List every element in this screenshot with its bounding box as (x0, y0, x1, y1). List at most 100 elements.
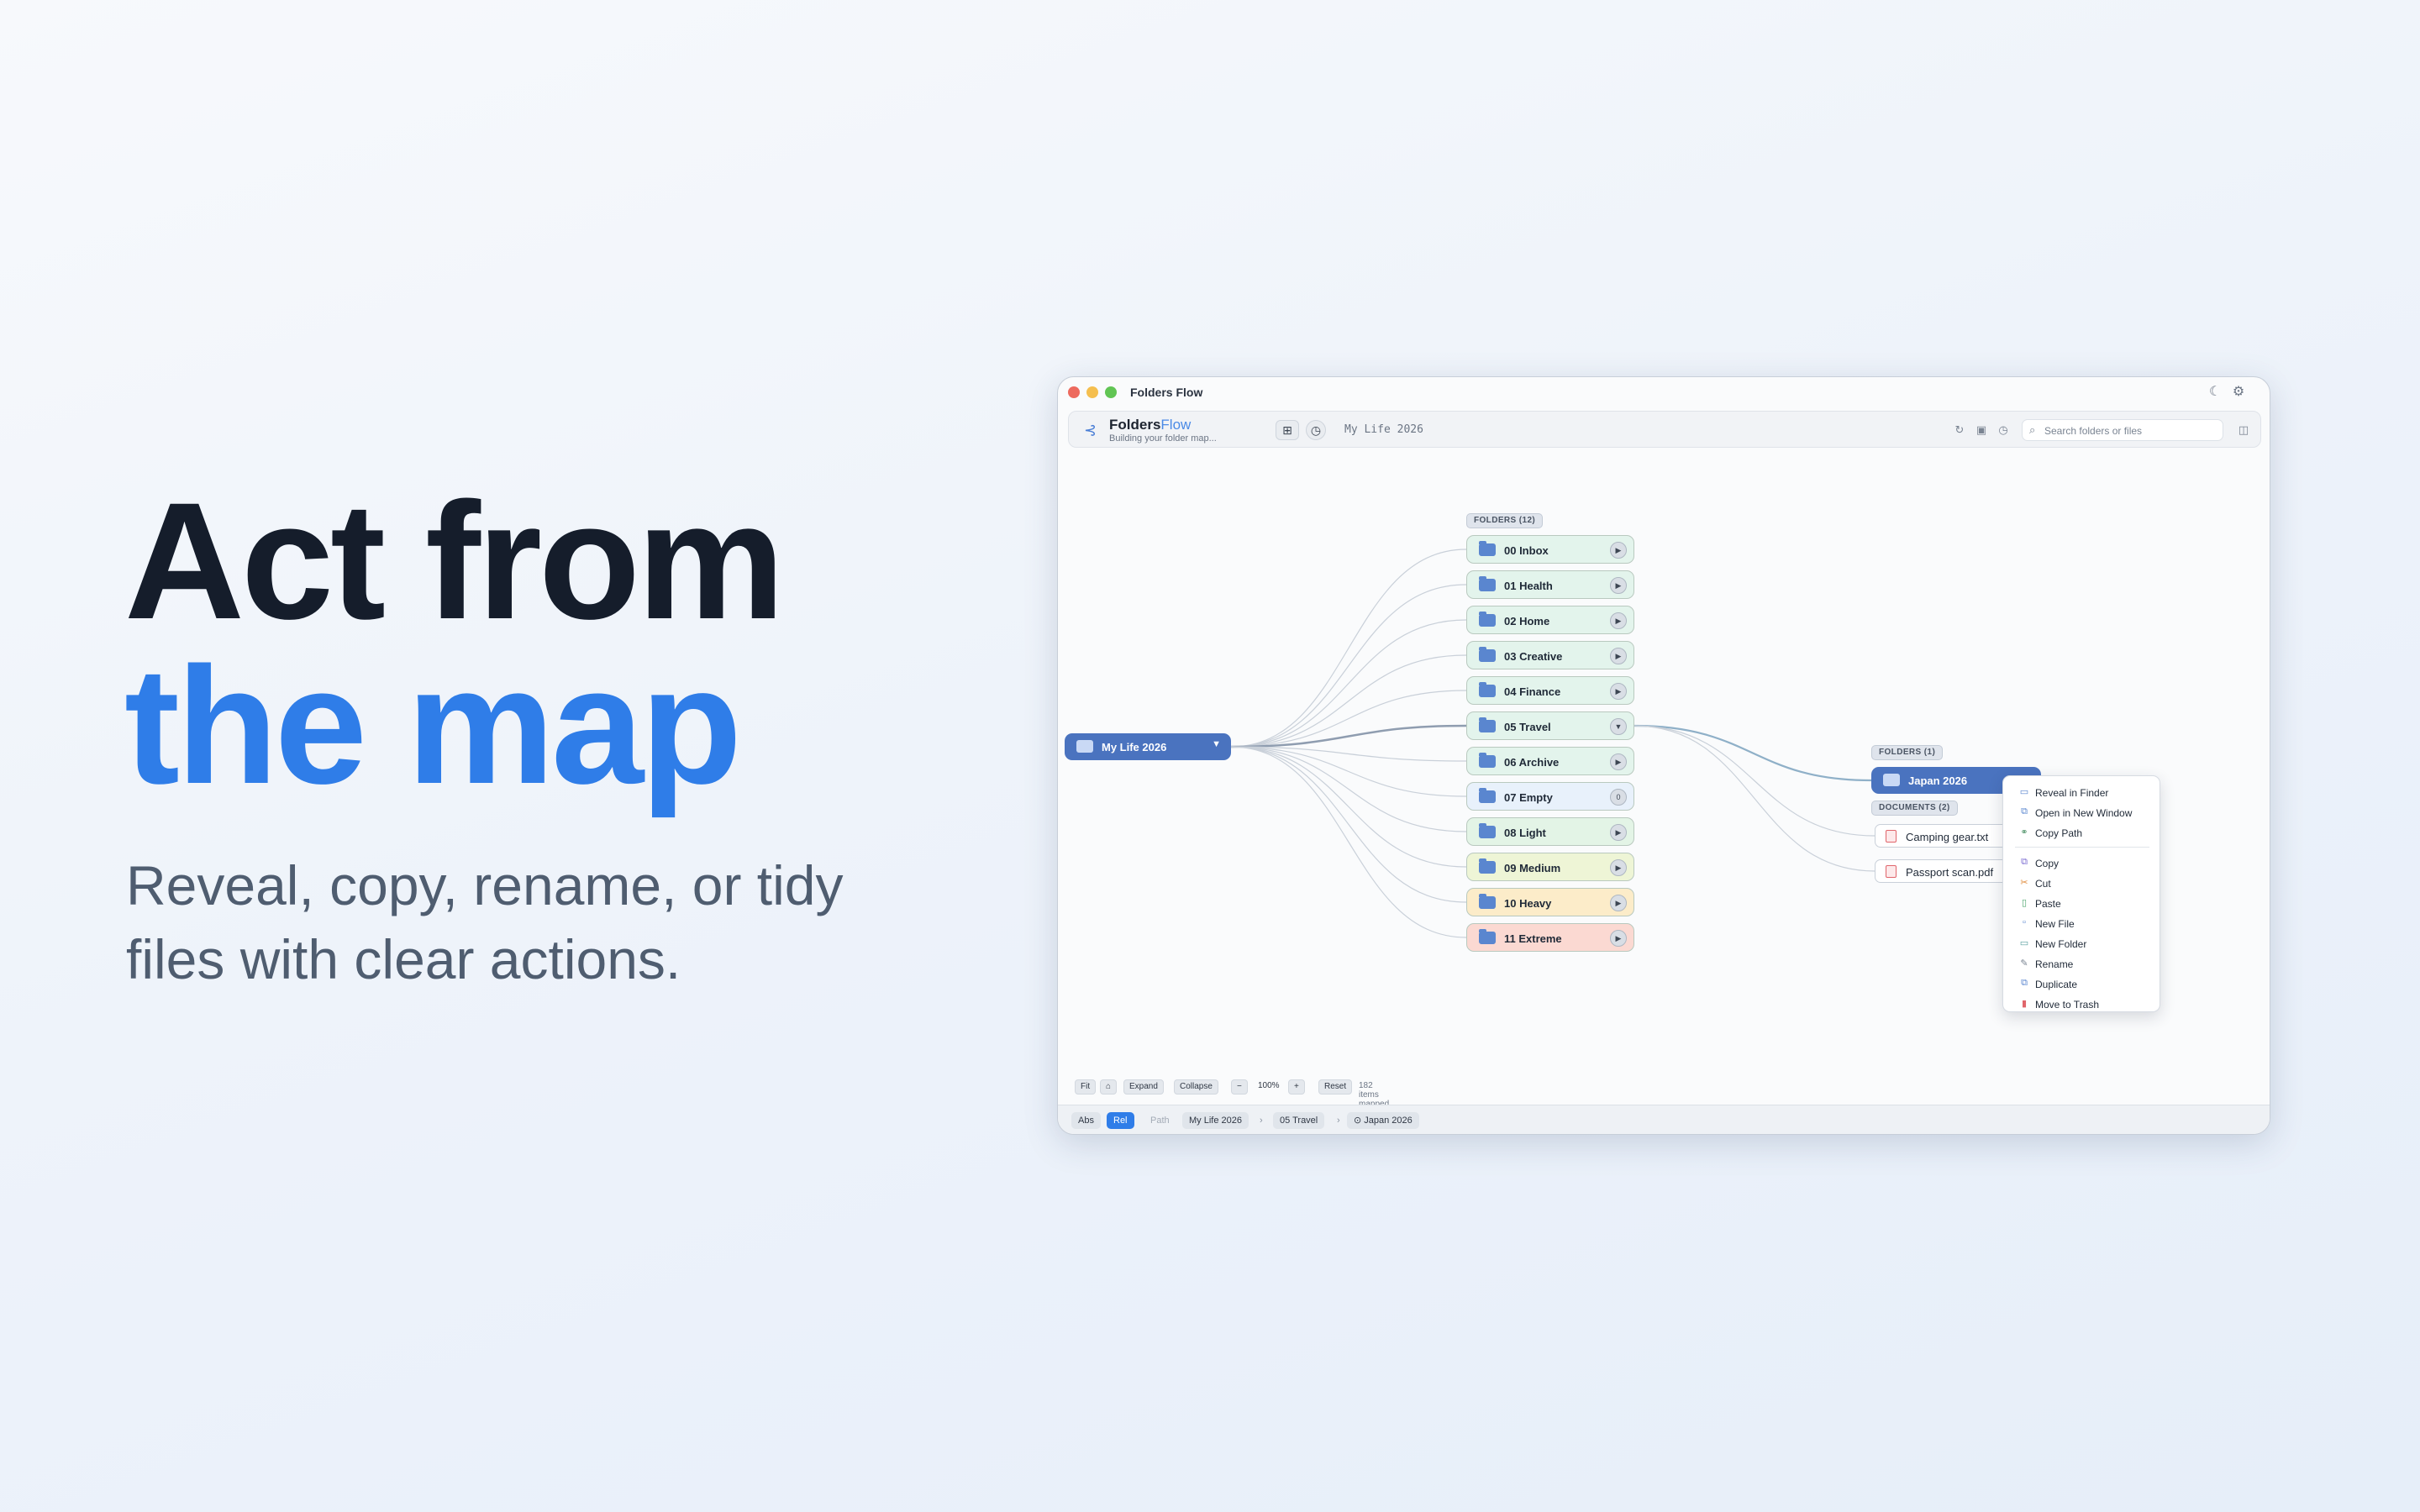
document-node[interactable]: Passport scan.pdf (1875, 859, 2011, 883)
hero-title: Act from the map (124, 478, 785, 809)
folder-node[interactable]: 02 Home ▶ (1466, 606, 1634, 634)
document-icon (1886, 830, 1897, 843)
folder-node[interactable]: 10 Heavy ▶ (1466, 888, 1634, 916)
connection-line (1230, 746, 1467, 868)
expand-arrow-icon[interactable]: ▼ (1610, 718, 1627, 735)
folder-node[interactable]: 08 Light ▶ (1466, 817, 1634, 846)
connection-line (1230, 549, 1467, 748)
choose-folder-button[interactable]: ⊞ (1276, 420, 1299, 440)
breadcrumb-folder[interactable]: 05 Travel (1273, 1112, 1325, 1129)
expand-arrow-icon[interactable]: ▶ (1610, 753, 1627, 770)
map-canvas[interactable]: My Life 2026 ▼ FOLDERS (12) 00 Inbox ▶ 01 … (1058, 454, 2270, 1066)
folder-label: 08 Light (1504, 827, 1546, 839)
connection-line (1634, 725, 1876, 872)
chevron-down-icon[interactable]: ▼ (1212, 739, 1221, 749)
home-icon: ⌂ (1106, 1082, 1112, 1091)
expand-arrow-icon[interactable]: ▶ (1610, 612, 1627, 629)
minimize-window-button[interactable] (1086, 386, 1098, 398)
folder-node[interactable]: 01 Health ▶ (1466, 570, 1634, 599)
expand-arrow-icon[interactable]: ▶ (1610, 824, 1627, 841)
reset-button[interactable]: Reset (1318, 1079, 1353, 1095)
connection-line (1230, 619, 1467, 748)
moon-icon[interactable]: ☾ (2207, 385, 2223, 400)
folder-icon (1479, 929, 1496, 944)
menu-item[interactable]: ⧉ Open in New Window (2003, 803, 2160, 822)
folder-node[interactable]: 06 Archive ▶ (1466, 747, 1634, 775)
connection-line (1230, 746, 1467, 938)
folder-label: 01 Health (1504, 580, 1553, 592)
close-window-button[interactable] (1068, 386, 1080, 398)
expand-arrow-icon[interactable]: ▶ (1610, 577, 1627, 594)
folder-label: 07 Empty (1504, 791, 1553, 804)
menu-item[interactable]: ✂ Cut (2003, 874, 2160, 892)
menu-item[interactable]: ⧉ Duplicate (2003, 974, 2160, 993)
folder-node[interactable]: 11 Extreme ▶ (1466, 923, 1634, 952)
expand-arrow-icon[interactable]: ▶ (1610, 542, 1627, 559)
window-icon: ⧉ (2021, 806, 2028, 816)
folder-label: 05 Travel (1504, 721, 1551, 733)
folder-icon (1076, 740, 1093, 753)
zoom-in-button[interactable]: + (1288, 1079, 1305, 1095)
search-placeholder: Search folders or files (2044, 425, 2143, 437)
expand-arrow-icon[interactable]: ▶ (1610, 859, 1627, 876)
expand-button[interactable]: Expand (1123, 1079, 1164, 1095)
menu-item-label: New File (2035, 918, 2075, 930)
expand-arrow-icon[interactable]: 0 (1610, 789, 1627, 806)
folder-label: 04 Finance (1504, 685, 1561, 698)
menu-item[interactable]: ▮ Move to Trash (2003, 995, 2160, 1013)
folder-node[interactable]: 00 Inbox ▶ (1466, 535, 1634, 564)
folder-node[interactable]: 03 Creative ▶ (1466, 641, 1634, 669)
window-title: Folders Flow (1130, 386, 1203, 399)
root-node[interactable]: My Life 2026 ▼ (1065, 733, 1231, 760)
menu-item[interactable]: ▭ New Folder (2003, 934, 2160, 953)
expand-arrow-icon[interactable]: ▶ (1610, 683, 1627, 700)
sidebar-toggle-icon[interactable]: ◫ (2235, 422, 2252, 438)
expand-arrow-icon[interactable]: ▶ (1610, 930, 1627, 947)
duplicate-icon: ⧉ (2021, 978, 2028, 988)
folder-node[interactable]: 05 Travel ▼ (1466, 711, 1634, 740)
copy-icon: ⧉ (2021, 857, 2028, 867)
breadcrumb-separator: › (1260, 1116, 1263, 1126)
collapse-button[interactable]: Collapse (1174, 1079, 1218, 1095)
documents-chip: DOCUMENTS (2) (1871, 801, 1958, 816)
gear-icon[interactable]: ⚙ (2231, 385, 2246, 400)
context-menu: ▭ Reveal in Finder ⧉ Open in New Window ⚭ Cop… (2002, 775, 2160, 1012)
archive-icon[interactable]: ▣ (1973, 422, 1990, 438)
folder-icon (1479, 858, 1496, 874)
menu-item[interactable]: ▭ Reveal in Finder (2003, 783, 2160, 801)
pdf-icon (1886, 865, 1897, 878)
menu-item[interactable]: ✎ Rename (2003, 954, 2160, 973)
connection-line (1230, 584, 1467, 748)
expand-arrow-icon[interactable]: ▶ (1610, 895, 1627, 911)
app-name-part-1: Folders (1109, 417, 1161, 433)
app-window: Folders Flow ☾ ⚙ ⊰ FoldersFlow Building … (1057, 376, 2270, 1135)
breadcrumb-current[interactable]: ⊙ Japan 2026 (1347, 1112, 1419, 1129)
expand-arrow-icon[interactable]: ▶ (1610, 648, 1627, 664)
zoom-window-button[interactable] (1105, 386, 1117, 398)
fit-button[interactable]: Fit (1075, 1079, 1097, 1095)
folder-node[interactable]: 07 Empty 0 (1466, 782, 1634, 811)
clock-icon[interactable]: ◷ (1995, 422, 2012, 438)
rel-toggle[interactable]: Rel (1107, 1112, 1134, 1129)
search-input[interactable]: ⌕ Search folders or files (2022, 419, 2223, 441)
breadcrumb-current-label: Japan 2026 (1364, 1116, 1413, 1126)
status-bar: Abs Rel Path My Life 2026 › 05 Travel › … (1058, 1105, 2270, 1134)
menu-item-label: Reveal in Finder (2035, 787, 2109, 799)
trash-icon: ▮ (2021, 999, 2028, 1009)
menu-item[interactable]: ⧉ Copy (2003, 853, 2160, 872)
zoom-out-button[interactable]: − (1231, 1079, 1248, 1095)
folder-node[interactable]: 04 Finance ▶ (1466, 676, 1634, 705)
document-node[interactable]: Camping gear.txt (1875, 824, 2011, 848)
new-file-icon: ▫ (2023, 917, 2026, 927)
menu-item[interactable]: ⚭ Copy Path (2003, 823, 2160, 842)
abs-toggle[interactable]: Abs (1071, 1112, 1101, 1129)
folder-node[interactable]: 09 Medium ▶ (1466, 853, 1634, 881)
breadcrumb-root[interactable]: My Life 2026 (1182, 1112, 1249, 1129)
home-button[interactable]: ⌂ (1100, 1079, 1118, 1095)
menu-item[interactable]: ▯ Paste (2003, 894, 2160, 912)
menu-item-label: Copy (2035, 858, 2060, 869)
history-button[interactable]: ◷ (1306, 420, 1326, 440)
sync-icon[interactable]: ↻ (1951, 422, 1968, 438)
menu-item-label: Duplicate (2035, 979, 2078, 990)
menu-item[interactable]: ▫ New File (2003, 914, 2160, 932)
